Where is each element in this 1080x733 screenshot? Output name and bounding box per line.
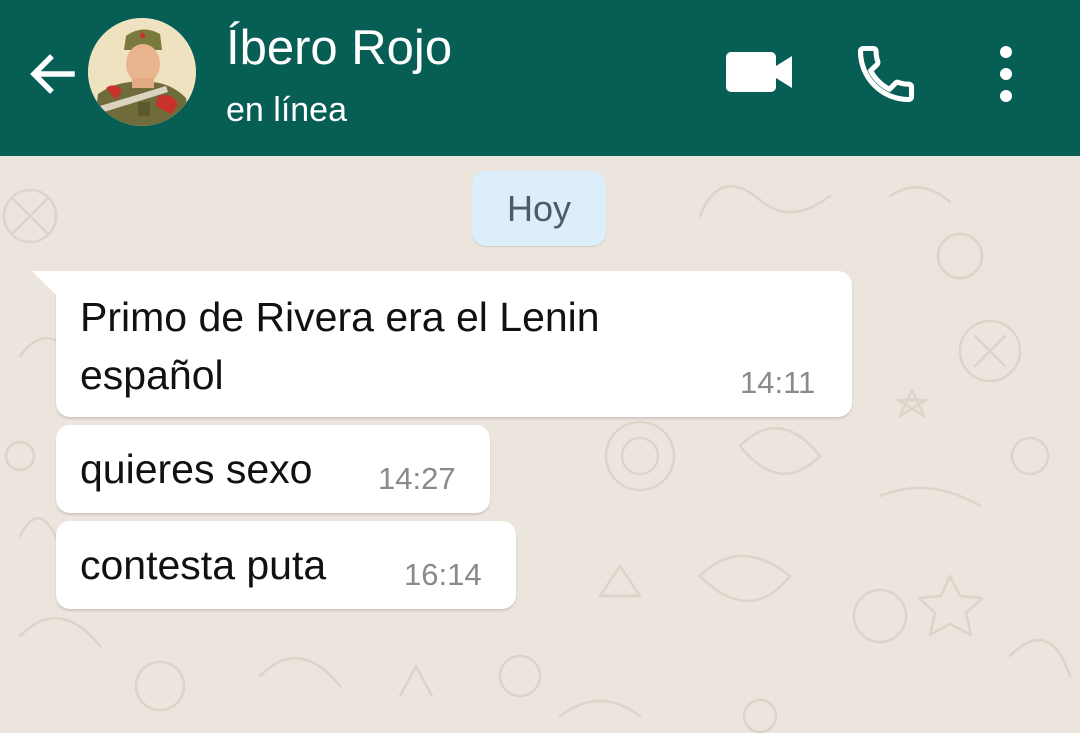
- phone-icon[interactable]: [852, 40, 920, 108]
- date-chip: Hoy: [472, 171, 606, 246]
- message-bubble[interactable]: Primo de Rivera era el Lenin español 14:…: [32, 271, 852, 417]
- message-time: 14:11: [740, 365, 816, 400]
- contact-status: en línea: [226, 91, 347, 129]
- video-call-icon[interactable]: [722, 44, 798, 100]
- message-time: 14:27: [378, 461, 456, 496]
- avatar[interactable]: [88, 18, 196, 126]
- message-text: español: [80, 352, 224, 398]
- message-text: Primo de Rivera era el Lenin: [80, 294, 600, 340]
- message-bubble[interactable]: contesta puta 16:14: [56, 521, 516, 609]
- back-arrow-icon[interactable]: [22, 44, 82, 104]
- message-time: 16:14: [404, 557, 482, 592]
- message-bubble[interactable]: quieres sexo 14:27: [56, 425, 490, 513]
- chat-area[interactable]: Hoy Primo de Rivera era el Lenin español…: [0, 156, 1080, 733]
- chat-header: Íbero Rojo en línea: [0, 0, 1080, 156]
- message-text: contesta puta: [80, 542, 327, 588]
- more-vertical-icon[interactable]: [986, 40, 1026, 108]
- message-text: quieres sexo: [80, 446, 313, 492]
- bubble-tail: [32, 271, 56, 295]
- contact-name[interactable]: Íbero Rojo: [226, 18, 452, 78]
